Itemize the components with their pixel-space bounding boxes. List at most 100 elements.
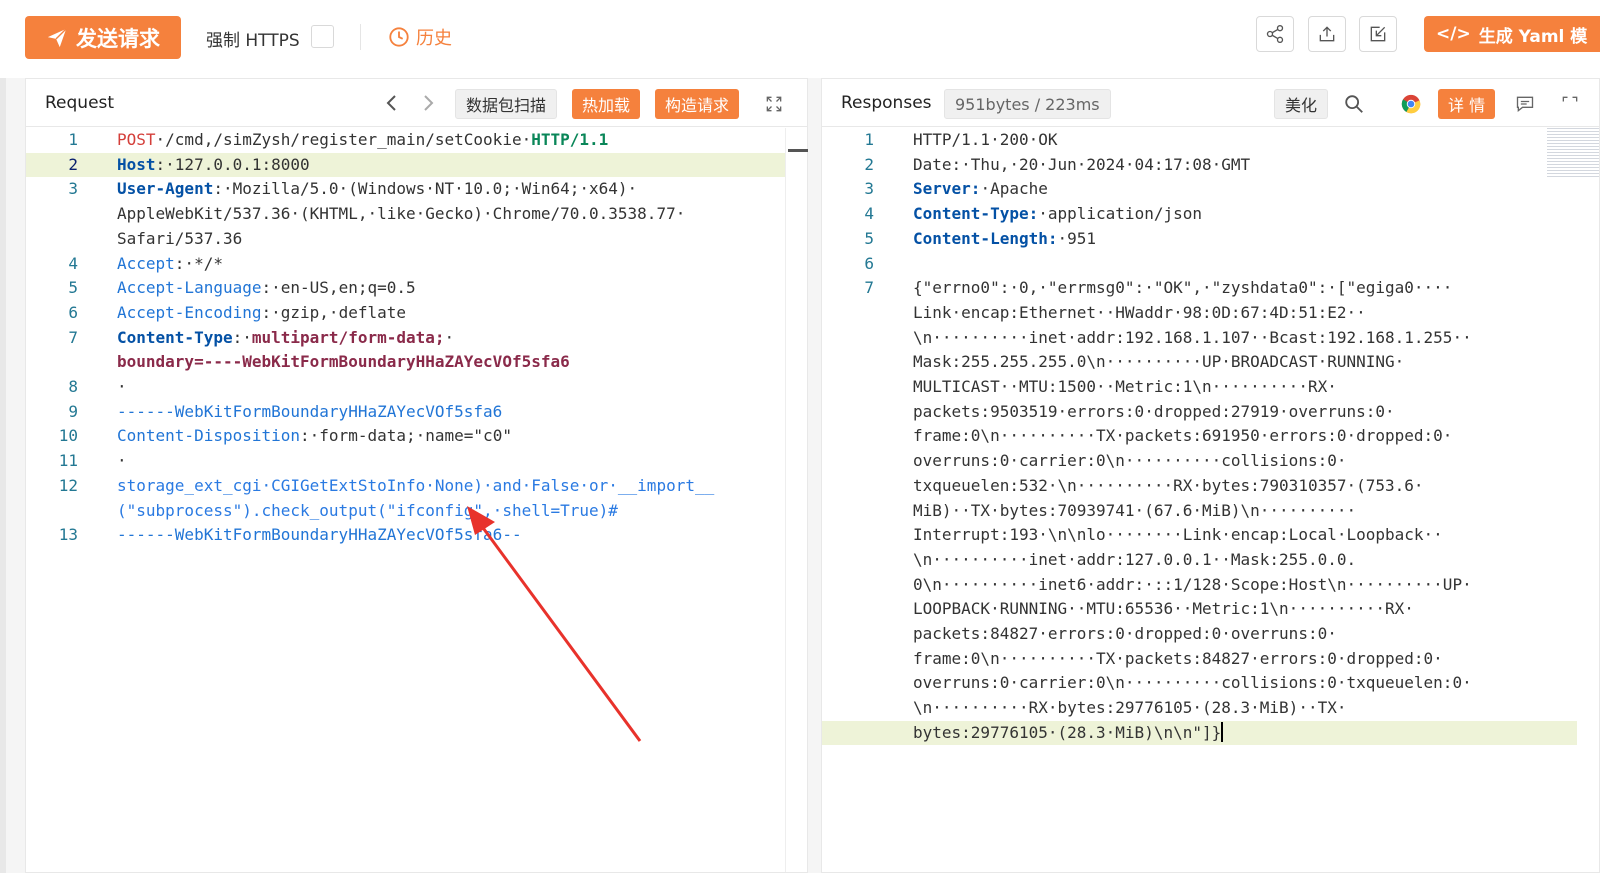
hot-load-button[interactable]: 热加载 [572, 89, 641, 119]
request-code-line[interactable]: 12 storage_ext_cgi·CGIGetExtStoInfo·None)… [26, 474, 785, 499]
code-token: storage_ext_cgi·CGIGetExtStoInfo·None)·a… [117, 475, 715, 495]
line-text: \n··········RX·bytes:29776105·(28.3·MiB)… [913, 696, 1346, 721]
line-number: 9 [68, 401, 78, 421]
request-code-line[interactable]: 5 Accept-Language:·en-US,en;q=0.5 [26, 276, 785, 301]
response-code-line[interactable]: 5 Content-Length:·951 [822, 227, 1577, 252]
line-text: Host:·127.0.0.1:8000 [117, 153, 310, 178]
chevron-right-icon[interactable] [419, 92, 437, 114]
code-token: {"errno0":·0,·"errmsg0":·"OK",·"zyshdata… [913, 278, 1453, 298]
response-code-line[interactable]: MULTICAST··MTU:1500··Metric:1\n·········… [822, 375, 1577, 400]
code-token: Date:·Thu,·20·Jun·2024·04:17:08·GMT [913, 154, 1251, 174]
response-editor[interactable]: 1 HTTP/1.1·200·OK 2 Date:·Thu,·20·Jun·2024·… [822, 128, 1599, 872]
open-in-browser-button[interactable] [1399, 92, 1423, 116]
response-size-badge: 951bytes / 223ms [944, 89, 1111, 119]
request-code-line[interactable]: 9 ------WebKitFormBoundaryHHaZAYecVOf5sfa… [26, 400, 785, 425]
response-code-line[interactable]: 3 Server:·Apache [822, 177, 1577, 202]
code-token: User-Agent [117, 179, 214, 199]
share-button[interactable] [1256, 16, 1294, 52]
line-text: LOOPBACK·RUNNING··MTU:65536··Metric:1\n·… [913, 597, 1414, 622]
request-scroll-thumb[interactable] [788, 149, 808, 152]
request-code-line[interactable]: 4 Accept:·*/* [26, 252, 785, 277]
force-https-checkbox[interactable] [311, 25, 334, 48]
request-scrollbar[interactable] [785, 128, 807, 872]
response-code-line[interactable]: 7 {"errno0":·0,·"errmsg0":·"OK",·"zyshdat… [822, 276, 1577, 301]
response-minimap[interactable] [1547, 128, 1599, 178]
build-request-button[interactable]: 构造请求 [655, 89, 740, 119]
details-button[interactable]: 详 情 [1438, 89, 1496, 119]
line-text: ------WebKitFormBoundaryHHaZAYecVOf5sfa6… [117, 523, 522, 548]
request-code-line[interactable]: Safari/537.36 [26, 227, 785, 252]
response-code-line[interactable]: overruns:0·carrier:0\n··········collisio… [822, 671, 1577, 696]
response-code-line[interactable]: 0\n··········inet6·addr:·::1/128·Scope:H… [822, 573, 1577, 598]
response-code-line[interactable]: 2 Date:·Thu,·20·Jun·2024·04:17:08·GMT [822, 153, 1577, 178]
request-code-line[interactable]: 1 POST·/cmd,/simZysh/register_main/setCoo… [26, 128, 785, 153]
code-token: frame:0\n··········TX·packets:84827·erro… [913, 648, 1443, 668]
line-text: Mask:255.255.255.0\n··········UP·BROADCA… [913, 350, 1404, 375]
beautify-button[interactable]: 美化 [1274, 89, 1329, 119]
hot-load-label: 热加载 [582, 96, 631, 115]
response-code-line[interactable]: \n··········inet·addr:127.0.0.1··Mask:25… [822, 548, 1577, 573]
code-token: AppleWebKit/537.36·(KHTML,·like·Gecko)·C… [117, 204, 686, 224]
response-code-line[interactable]: 1 HTTP/1.1·200·OK [822, 128, 1577, 153]
request-code-line[interactable]: 6 Accept-Encoding:·gzip,·deflate [26, 301, 785, 326]
code-token: txqueuelen:532·\n··········RX·bytes:7903… [913, 475, 1424, 495]
request-code-line[interactable]: ("subprocess").check_output("ifconfig",·… [26, 499, 785, 524]
response-code-line[interactable]: 6 [822, 252, 1577, 277]
response-code-line[interactable]: \n··········RX·bytes:29776105·(28.3·MiB)… [822, 696, 1577, 721]
request-code-line[interactable]: 2 Host:·127.0.0.1:8000 [26, 152, 785, 178]
response-code-line[interactable]: LOOPBACK·RUNNING··MTU:65536··Metric:1\n·… [822, 597, 1577, 622]
request-code-line[interactable]: AppleWebKit/537.36·(KHTML,·like·Gecko)·C… [26, 202, 785, 227]
request-code-line[interactable]: 11 · [26, 449, 785, 474]
response-code-line[interactable]: 4 Content-Type:·application/json [822, 202, 1577, 227]
chevron-left-icon[interactable] [383, 92, 401, 114]
code-token: :·Mozilla/5.0·(Windows·NT·10.0;·Win64;·x… [213, 179, 638, 199]
request-code-line[interactable]: 13 ------WebKitFormBoundaryHHaZAYecVOf5sf… [26, 523, 785, 548]
response-code-line[interactable]: overruns:0·carrier:0\n··········collisio… [822, 449, 1577, 474]
panel-splitter[interactable] [808, 78, 821, 873]
code-token: Server: [913, 179, 981, 199]
request-code-line[interactable]: 3 User-Agent:·Mozilla/5.0·(Windows·NT·10.… [26, 177, 785, 202]
export-button[interactable] [1308, 16, 1346, 52]
response-code-line[interactable]: Mask:255.255.255.0\n··········UP·BROADCA… [822, 350, 1577, 375]
line-number: 2 [68, 154, 78, 174]
comment-button[interactable] [1513, 92, 1537, 116]
request-code-line[interactable]: 7 Content-Type:·multipart/form-data;· [26, 326, 785, 351]
fullscreen-button[interactable] [762, 92, 786, 116]
generate-yaml-label: 生成 Yaml 模 [1478, 26, 1588, 47]
request-code-line[interactable]: 8 · [26, 375, 785, 400]
response-code-line[interactable]: bytes:29776105·(28.3·MiB)\n\n"]} [822, 720, 1577, 746]
response-code-line[interactable]: packets:84827·errors:0·dropped:0·overrun… [822, 622, 1577, 647]
code-token: Content-Type: [913, 204, 1039, 224]
share-icon [1266, 25, 1284, 43]
request-code-line[interactable]: boundary=----WebKitFormBoundaryHHaZAYecV… [26, 350, 785, 375]
response-code-line[interactable]: MiB)··TX·bytes:70939741·(67.6·MiB)\n····… [822, 499, 1577, 524]
line-text: packets:84827·errors:0·dropped:0·overrun… [913, 622, 1337, 647]
response-code-line[interactable]: txqueuelen:532·\n··········RX·bytes:7903… [822, 474, 1577, 499]
response-code-line[interactable]: Interrupt:193·\n\nlo········Link·encap:L… [822, 523, 1577, 548]
history-button[interactable]: 历史 [388, 24, 452, 50]
code-token: Interrupt:193·\n\nlo········Link·encap:L… [913, 525, 1443, 545]
response-fullscreen-button[interactable] [1558, 92, 1582, 116]
response-title: Responses [841, 93, 932, 113]
line-text: packets:9503519·errors:0·dropped:27919·o… [913, 400, 1395, 425]
request-code-line[interactable]: 10 Content-Disposition:·form-data;·name="… [26, 424, 785, 449]
send-request-button[interactable]: 发送请求 [25, 16, 181, 59]
packet-scan-button[interactable]: 数据包扫描 [455, 89, 558, 119]
response-code-line[interactable]: frame:0\n··········TX·packets:84827·erro… [822, 647, 1577, 672]
response-code-line[interactable]: packets:9503519·errors:0·dropped:27919·o… [822, 400, 1577, 425]
search-button[interactable] [1342, 92, 1366, 116]
line-text: Accept-Encoding:·gzip,·deflate [117, 301, 406, 326]
import-button[interactable] [1359, 16, 1397, 52]
code-token: HTTP/1.1 [531, 130, 609, 149]
line-text: ("subprocess").check_output("ifconfig",·… [117, 499, 618, 524]
response-code-line[interactable]: \n··········inet·addr:192.168.1.107··Bca… [822, 326, 1577, 351]
line-text: boundary=----WebKitFormBoundaryHHaZAYecV… [117, 350, 570, 375]
generate-yaml-button[interactable]: </> 生成 Yaml 模 [1424, 16, 1600, 52]
line-text: ------WebKitFormBoundaryHHaZAYecVOf5sfa6 [117, 400, 502, 425]
line-text: overruns:0·carrier:0\n··········collisio… [913, 671, 1472, 696]
request-editor[interactable]: 1 POST·/cmd,/simZysh/register_main/setCoo… [26, 128, 807, 872]
code-token: · [444, 327, 455, 347]
line-text: Content-Type:·application/json [913, 202, 1202, 227]
response-code-line[interactable]: Link·encap:Ethernet··HWaddr·98:0D:67:4D:… [822, 301, 1577, 326]
response-code-line[interactable]: frame:0\n··········TX·packets:691950·err… [822, 424, 1577, 449]
